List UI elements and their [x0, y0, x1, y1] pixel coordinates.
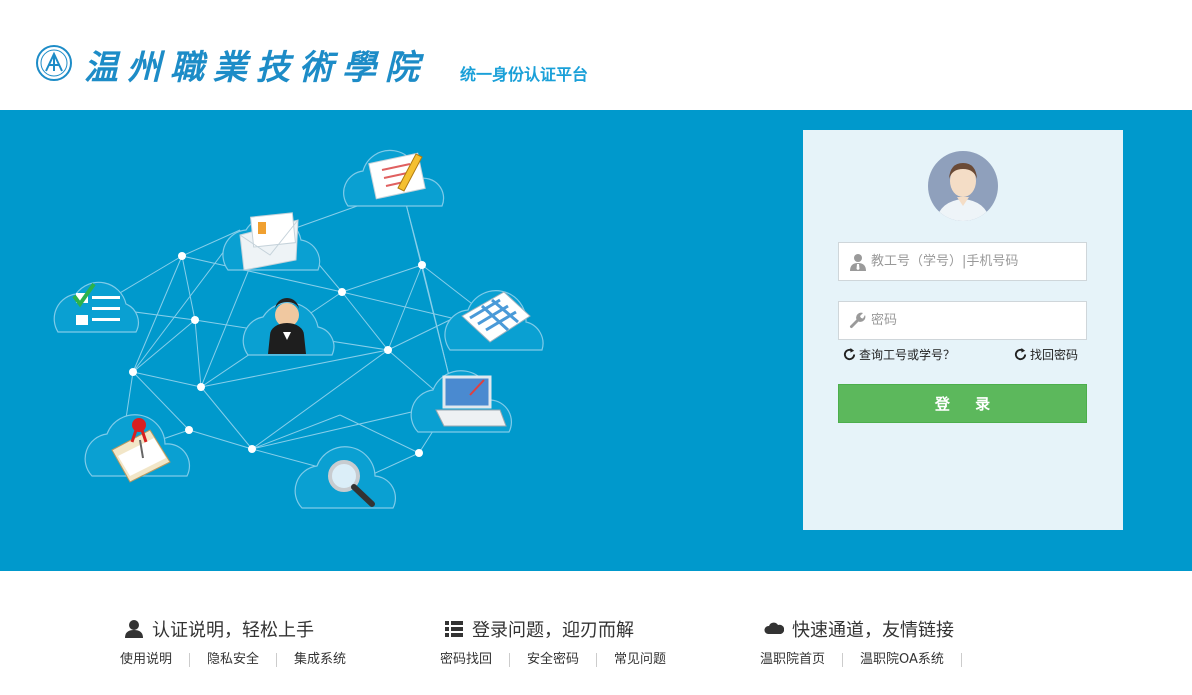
- password-input[interactable]: [871, 302, 1081, 339]
- footer-col-title: 认证说明，轻松上手: [152, 620, 314, 641]
- banner: 查询工号或学号？ 找回密码 登 录: [0, 110, 1192, 571]
- refresh-icon: [843, 348, 856, 361]
- platform-title: 统一身份认证平台: [460, 65, 589, 84]
- footer-col-guide: 认证说明，轻松上手 使用说明 隐私安全 集成系统: [120, 617, 346, 667]
- email-icon: [239, 212, 299, 271]
- footer-link[interactable]: 温职院OA系统: [860, 653, 962, 667]
- network-illustration: [53, 149, 544, 509]
- footer-col-title: 快速通道，友情链接: [792, 620, 954, 641]
- footer-col-quick-links: 快速通道，友情链接 温职院首页 温职院OA系统: [760, 617, 962, 667]
- footer-col-title: 登录问题，迎刃而解: [472, 620, 634, 641]
- query-id-label: 查询工号或学号？: [859, 348, 956, 362]
- avatar-icon: [928, 151, 998, 221]
- username-field[interactable]: [838, 242, 1087, 281]
- retrieve-password-link[interactable]: 找回密码: [1014, 346, 1078, 363]
- list-icon: [445, 621, 463, 637]
- retrieve-password-label: 找回密码: [1030, 348, 1079, 362]
- footer-link[interactable]: 常见问题: [614, 653, 683, 667]
- footer-col-login-help: 登录问题，迎刃而解 密码找回 安全密码 常见问题: [440, 617, 666, 667]
- login-button[interactable]: 登 录: [838, 384, 1087, 423]
- refresh-icon: [1014, 348, 1027, 361]
- user-icon: [125, 620, 143, 638]
- footer-link[interactable]: 密码找回: [440, 653, 511, 667]
- footer-link[interactable]: 安全密码: [527, 653, 598, 667]
- username-input[interactable]: [871, 243, 1081, 280]
- footer-link[interactable]: 温职院首页: [760, 653, 844, 667]
- footer-link[interactable]: 隐私安全: [207, 653, 278, 667]
- footer-link[interactable]: 集成系统: [294, 653, 363, 667]
- footer: 认证说明，轻松上手 使用说明 隐私安全 集成系统 登录问题，迎刃而解 密码找回 …: [0, 571, 1192, 695]
- wrench-icon: [849, 312, 866, 329]
- password-field[interactable]: [838, 301, 1087, 340]
- footer-link[interactable]: 使用说明: [120, 653, 191, 667]
- header: 温州職業技術學院 统一身份认证平台: [0, 0, 1192, 110]
- query-id-link[interactable]: 查询工号或学号？: [843, 346, 955, 363]
- user-tie-icon: [850, 254, 866, 271]
- login-panel: 查询工号或学号？ 找回密码 登 录: [803, 130, 1123, 530]
- cloud-icon: [764, 622, 784, 634]
- school-name: 温州職業技術學院: [84, 48, 428, 88]
- school-seal-logo: [36, 45, 72, 81]
